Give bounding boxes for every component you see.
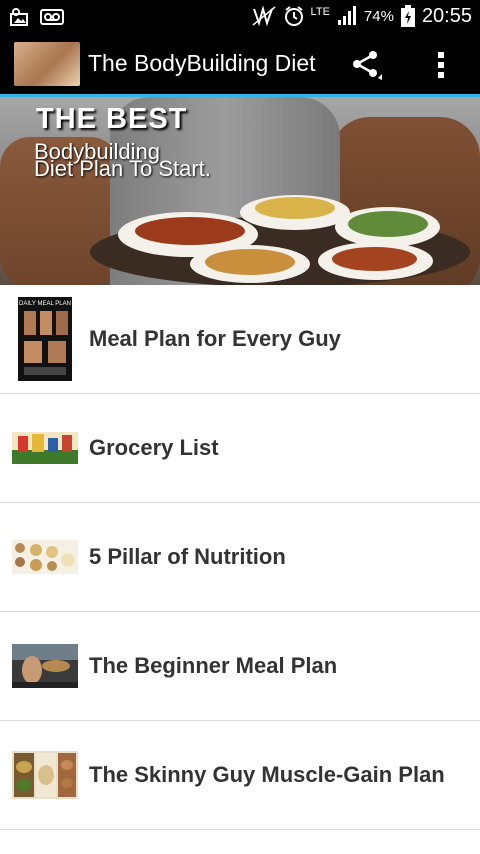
skinny-guy-plan-thumbnail bbox=[12, 751, 78, 799]
clock: 20:55 bbox=[421, 4, 472, 27]
battery-icon bbox=[400, 5, 415, 27]
banner-headline: THE BEST bbox=[36, 103, 188, 135]
banner-food bbox=[332, 247, 417, 271]
app-title: The BodyBuilding Diet bbox=[88, 50, 316, 76]
gallery-icon bbox=[10, 8, 28, 26]
list-item[interactable]: The Skinny Guy Muscle-Gain Plan bbox=[0, 721, 480, 830]
banner-subtitle: Bodybuilding Diet Plan To Start. bbox=[34, 141, 274, 181]
menu-list: DAILY MEAL PLAN Meal Plan for Every Guy … bbox=[0, 285, 480, 830]
voicemail-icon bbox=[40, 9, 64, 25]
nfc-icon bbox=[252, 5, 276, 27]
list-item-label: Meal Plan for Every Guy bbox=[89, 326, 341, 351]
banner-food bbox=[205, 249, 295, 275]
banner-food bbox=[348, 211, 428, 237]
overflow-menu-icon[interactable] bbox=[435, 50, 447, 80]
signal-icon bbox=[337, 6, 356, 25]
status-bar: LTE 74% 20:55 bbox=[0, 0, 480, 34]
list-item[interactable]: The Beginner Meal Plan bbox=[0, 612, 480, 721]
beginner-meal-plan-thumbnail bbox=[12, 644, 78, 688]
share-icon[interactable] bbox=[348, 48, 382, 80]
list-item-label: 5 Pillar of Nutrition bbox=[89, 544, 286, 569]
list-item-label: The Skinny Guy Muscle-Gain Plan bbox=[89, 762, 445, 787]
meal-plan-thumbnail-text: DAILY MEAL PLAN bbox=[19, 301, 71, 307]
list-item[interactable]: 5 Pillar of Nutrition bbox=[0, 503, 480, 612]
list-item[interactable]: DAILY MEAL PLAN Meal Plan for Every Guy bbox=[0, 285, 480, 394]
list-item[interactable]: Grocery List bbox=[0, 394, 480, 503]
app-icon[interactable] bbox=[14, 42, 80, 86]
meal-plan-thumbnail: DAILY MEAL PLAN bbox=[18, 297, 72, 381]
battery-percent: 74% bbox=[363, 7, 394, 25]
nutrition-pillars-thumbnail bbox=[12, 540, 78, 574]
grocery-list-thumbnail bbox=[12, 432, 78, 464]
alarm-icon bbox=[284, 6, 303, 26]
banner-subtitle-line2: Diet Plan To Start. bbox=[34, 156, 211, 181]
banner-food bbox=[255, 197, 335, 219]
banner-food bbox=[135, 217, 245, 245]
banner-image: THE BEST Bodybuilding Diet Plan To Start… bbox=[0, 97, 480, 285]
list-item-label: Grocery List bbox=[89, 435, 219, 460]
network-type: LTE bbox=[310, 6, 330, 18]
list-item-label: The Beginner Meal Plan bbox=[89, 653, 338, 678]
